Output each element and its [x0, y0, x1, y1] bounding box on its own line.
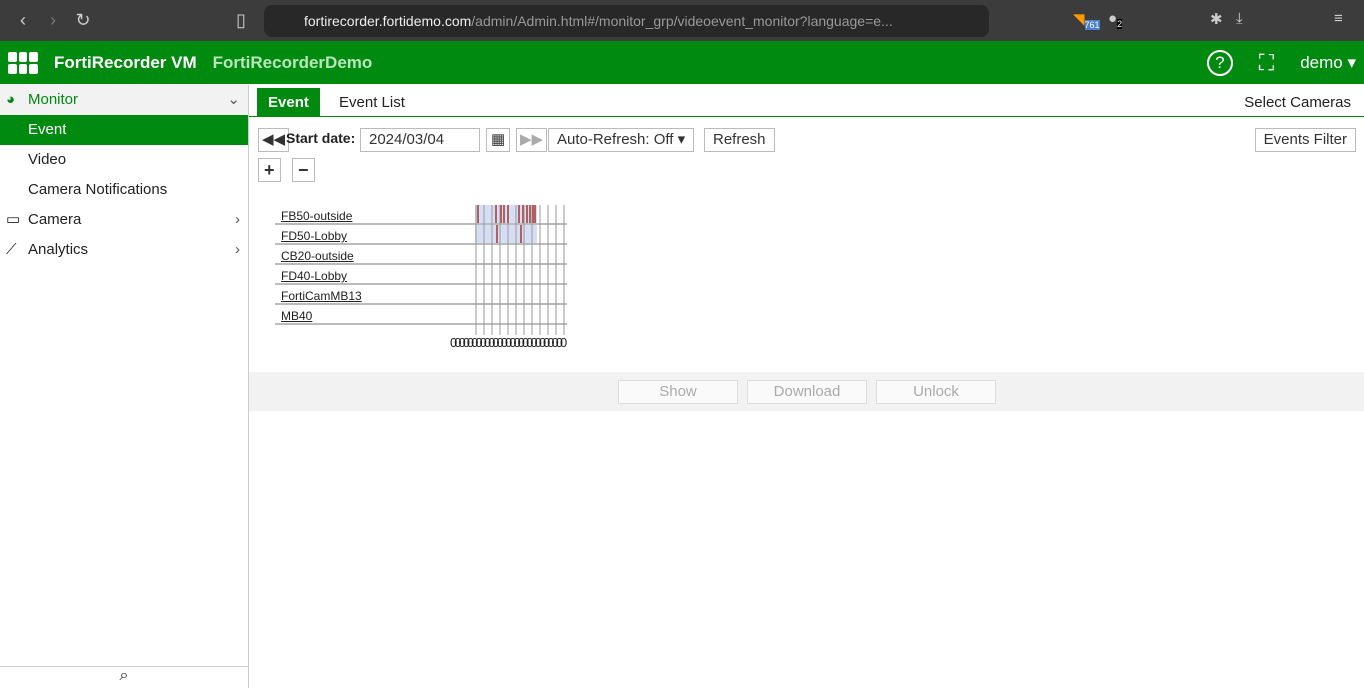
camera-link[interactable]: CB20-outside — [281, 249, 354, 263]
extension-icon[interactable]: ●2 — [1108, 10, 1123, 29]
events-filter-button[interactable]: Events Filter — [1254, 128, 1356, 152]
sidebar-item-camera[interactable]: ▭ Camera › — [0, 205, 248, 235]
event-timeline: FB50-outside FD50-Lobby CB20-outside FD40-L… — [275, 203, 575, 350]
action-bar: Show Download Unlock — [249, 372, 1364, 411]
calendar-icon[interactable]: ▦ — [486, 128, 511, 152]
sidebar-item-camera-notifications[interactable]: Camera Notifications — [0, 175, 248, 205]
time-axis-labels: 000000000000000000000000000 — [450, 335, 567, 350]
url-path: /admin/Admin.html#/monitor_grp/videoeven… — [471, 13, 893, 29]
tab-event[interactable]: Event — [257, 88, 320, 117]
sidebar-item-event[interactable]: Event — [0, 115, 248, 145]
camera-link[interactable]: FD40-Lobby — [281, 269, 347, 283]
chevron-right-icon: › — [235, 211, 240, 228]
pie-chart-icon: ◕ — [6, 91, 16, 108]
sidebar-item-analytics[interactable]: ⟋ Analytics › — [0, 235, 248, 265]
search-icon[interactable]: ⌕ — [0, 666, 248, 688]
start-date-input[interactable]: 2024/03/04 — [360, 128, 480, 152]
next-day-button[interactable]: ▶▶ — [516, 128, 548, 152]
zoom-in-button[interactable]: + — [258, 158, 281, 182]
auto-refresh-select[interactable]: Auto-Refresh: Off ▾ — [548, 128, 695, 152]
forward-icon[interactable]: › — [38, 10, 68, 31]
url-host: fortirecorder.fortidemo.com — [304, 13, 472, 29]
refresh-button[interactable]: Refresh — [704, 128, 775, 152]
device-name: FortiRecorderDemo — [212, 52, 373, 72]
rss-extension-icon[interactable]: ◥761 — [1073, 10, 1100, 30]
user-menu[interactable]: demo ▾ — [1300, 53, 1356, 73]
sidebar-item-video[interactable]: Video — [0, 145, 248, 175]
chevron-down-icon: ⌄ — [227, 91, 240, 108]
sidebar: ◕ Monitor ⌄ Event Video Camera Notificatio… — [0, 85, 249, 688]
address-bar[interactable]: fortirecorder.fortidemo.com/admin/Admin.… — [264, 5, 989, 37]
product-name: FortiRecorder VM — [54, 52, 197, 72]
chevron-right-icon: › — [235, 241, 240, 258]
reload-icon[interactable]: ↻ — [68, 10, 98, 31]
sidebar-item-monitor[interactable]: ◕ Monitor ⌄ — [0, 85, 248, 115]
line-chart-icon: ⟋ — [6, 241, 17, 258]
download-button[interactable]: Download — [747, 380, 867, 404]
fortinet-logo-icon — [8, 51, 38, 74]
unlock-button[interactable]: Unlock — [876, 380, 996, 404]
main-content: Event Event List Select Cameras ◀◀ Start… — [249, 85, 1364, 688]
previous-day-button[interactable]: ◀◀ — [258, 128, 290, 152]
fullscreen-icon[interactable]: ⛶ — [1259, 50, 1274, 76]
zoom-out-button[interactable]: − — [292, 158, 315, 182]
start-date-label: Start date: — [286, 130, 356, 146]
camera-icon: ▭ — [6, 211, 21, 228]
select-cameras-link[interactable]: Select Cameras — [1233, 88, 1362, 117]
menu-icon[interactable]: ≡ — [1334, 10, 1343, 27]
camera-link[interactable]: FD50-Lobby — [281, 229, 347, 243]
bookmark-icon[interactable]: ▯ — [226, 10, 256, 31]
camera-link[interactable]: MB40 — [281, 309, 312, 323]
back-icon[interactable]: ‹ — [8, 10, 38, 31]
tab-event-list[interactable]: Event List — [328, 88, 416, 117]
show-button[interactable]: Show — [618, 380, 738, 404]
help-icon[interactable]: ? — [1206, 49, 1233, 76]
camera-link[interactable]: FB50-outside — [281, 209, 352, 223]
camera-link[interactable]: FortiCamMB13 — [281, 289, 362, 303]
download-icon[interactable]: ⤓ — [1236, 10, 1243, 27]
app-header: FortiRecorder VM FortiRecorderDemo ? ⛶ d… — [0, 41, 1364, 84]
extensions-icon[interactable]: ✱ — [1210, 10, 1223, 28]
